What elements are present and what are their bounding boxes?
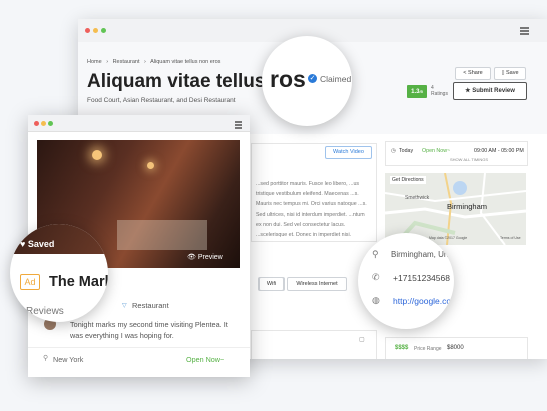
hamburger-menu-icon[interactable] <box>235 121 242 123</box>
page-subtitle: Food Court, Asian Restaurant, and Desi R… <box>87 97 236 104</box>
reviews-label: Reviews <box>26 306 64 317</box>
ad-badge: Ad <box>20 274 40 290</box>
map-copyright: Map data ©2017 Google <box>429 236 468 240</box>
watch-video-button[interactable]: Watch Video <box>325 146 372 159</box>
location-pin-icon: ⚲ <box>43 355 49 362</box>
review-card <box>251 330 377 359</box>
table-shape <box>117 220 207 250</box>
save-button[interactable]: ▯ Save <box>494 67 526 80</box>
preview-button[interactable]: 👁 Preview <box>187 253 223 261</box>
breadcrumb-current: Aliquam vitae tellus non eros <box>150 59 221 65</box>
divider <box>28 347 250 348</box>
listing-location: New York <box>53 355 84 364</box>
close-dot[interactable] <box>34 121 39 126</box>
breadcrumb-separator-icon: › <box>106 59 109 65</box>
title-fragment: ros <box>270 66 306 92</box>
hamburger-menu-icon[interactable] <box>520 27 529 29</box>
get-directions-link[interactable]: Get Directions <box>390 176 426 184</box>
contact-magnifier: ⚲ Birmingham, United Kingdom ✆ +17151234… <box>358 233 454 329</box>
listing-magnifier: ♥ Saved Ad The Mark Hotel Reviews <box>10 224 108 322</box>
share-icon: < <box>463 70 467 76</box>
window-titlebar <box>28 115 250 132</box>
verified-check-icon: ✓ <box>308 74 317 83</box>
bookmark-icon: ▯ <box>501 70 505 76</box>
lamp-light <box>147 162 154 169</box>
show-all-timings-link[interactable]: SHOW ALL TIMINGS <box>450 157 488 162</box>
map-pin-icon[interactable] <box>453 181 467 195</box>
claimed-magnifier: ros ✓ Claimed <box>262 36 352 126</box>
heart-icon: ♥ <box>20 239 26 249</box>
minimize-dot[interactable] <box>93 28 98 33</box>
today-label: Today <box>399 148 414 154</box>
lamp-light <box>92 150 102 160</box>
share-button[interactable]: < Share <box>455 67 491 80</box>
price-symbol: $$$$ <box>395 345 409 351</box>
comment-icon: ▢ <box>359 337 365 343</box>
minimize-dot[interactable] <box>41 121 46 126</box>
listing-open-status: Open Now~ <box>186 355 225 364</box>
eye-icon: 👁 <box>187 254 196 261</box>
star-icon: ★ <box>465 88 471 94</box>
price-card: $$$$ Price Range $8000 <box>385 337 528 359</box>
location-pin-icon: ⚲ <box>372 249 379 259</box>
open-status: Open Now~ <box>422 148 451 154</box>
saved-badge[interactable]: ♥ Saved <box>20 239 54 249</box>
maximize-dot[interactable] <box>48 121 53 126</box>
phone-icon: ✆ <box>372 272 380 282</box>
hours-range: 09:00 AM - 05:00 PM <box>474 148 524 154</box>
hours-card: ◷ Today Open Now~ 09:00 AM - 05:00 PM SH… <box>385 141 528 166</box>
close-dot[interactable] <box>85 28 90 33</box>
review-text: Tonight marks my second time visiting Pl… <box>70 320 228 340</box>
rating-count: 4 Ratings <box>431 85 448 97</box>
map-city-label: Birmingham <box>447 202 488 211</box>
claimed-label: Claimed <box>320 74 352 84</box>
clock-icon: ◷ <box>391 148 396 154</box>
breadcrumb-home[interactable]: Home <box>87 59 102 65</box>
description-text: ...sed porttitor mauris. Fusce leo liber… <box>256 181 367 239</box>
contact-address: Birmingham, United Kingdom <box>391 250 454 259</box>
tag-wifi[interactable]: Wifi <box>259 277 284 291</box>
category-icon: ▽ <box>122 303 127 309</box>
price-label: Price Range <box>414 346 442 352</box>
submit-review-button[interactable]: ★ Submit Review <box>453 82 527 100</box>
breadcrumb: Home › Restaurant › Aliquam vitae tellus… <box>87 59 220 65</box>
breadcrumb-restaurant[interactable]: Restaurant <box>113 59 140 65</box>
rating-badge: 1.3/5 <box>407 85 427 98</box>
listing-title[interactable]: The Mark Hotel <box>49 274 108 290</box>
breadcrumb-separator-icon: › <box>144 59 146 65</box>
maximize-dot[interactable] <box>101 28 106 33</box>
contact-website[interactable]: http://google.com <box>393 296 454 306</box>
contact-phone[interactable]: +17151234568 <box>393 273 450 283</box>
globe-icon: ◍ <box>372 295 380 305</box>
map-terms-link[interactable]: Terms of Use <box>500 236 521 240</box>
map-place-smethwick: Smethwick <box>405 195 430 201</box>
tag-wireless-internet[interactable]: Wireless Internet <box>287 277 347 291</box>
category-label: Restaurant <box>132 301 169 310</box>
price-value: $8000 <box>447 345 464 351</box>
